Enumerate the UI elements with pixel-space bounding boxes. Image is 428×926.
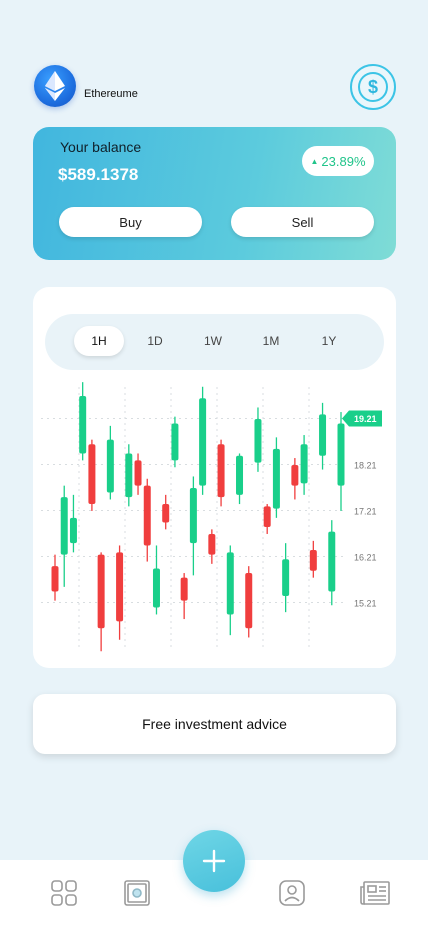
- candle-body: [125, 453, 133, 498]
- wallet-icon[interactable]: [123, 879, 151, 907]
- ethereum-icon[interactable]: [34, 65, 76, 107]
- candle-body: [208, 533, 216, 555]
- candle-body: [236, 455, 244, 495]
- dollar-button[interactable]: $: [350, 64, 396, 110]
- candle-body: [300, 444, 308, 484]
- arrow-up-icon: ▲: [310, 156, 319, 166]
- candle-body: [97, 554, 105, 629]
- candle-body: [162, 504, 170, 523]
- advice-button[interactable]: Free investment advice: [33, 694, 396, 754]
- candle-body: [152, 568, 160, 608]
- candle-body: [263, 506, 271, 528]
- change-value: 23.89%: [321, 153, 366, 169]
- candle-body: [79, 395, 87, 454]
- candle-body: [51, 566, 59, 592]
- candle-body: [337, 423, 345, 486]
- y-tick-label: 17.21: [354, 507, 377, 517]
- candle-body: [291, 464, 299, 486]
- dollar-icon: $: [358, 72, 388, 102]
- add-button[interactable]: [183, 830, 245, 892]
- candle-body: [272, 448, 280, 509]
- candle-body: [180, 577, 188, 601]
- buy-button[interactable]: Buy: [59, 207, 202, 237]
- coin-name: Ethereume: [84, 88, 138, 100]
- change-badge: ▲ 23.89%: [302, 146, 374, 176]
- candle-body: [106, 439, 114, 493]
- candle-body: [226, 552, 234, 615]
- candle-body: [69, 517, 77, 544]
- candlestick-chart[interactable]: 15.21 16.21 17.21 18.21 19.21: [33, 287, 396, 668]
- candle-body: [134, 460, 142, 486]
- candle-body: [217, 444, 225, 498]
- profile-icon[interactable]: [278, 879, 306, 907]
- balance-value: $589.1378: [58, 165, 139, 184]
- candle-body: [143, 485, 151, 546]
- balance-card: Your balance $589.1378 ▲ 23.89% Buy Sell: [33, 127, 396, 260]
- news-icon[interactable]: [359, 879, 391, 907]
- plus-icon: [202, 849, 226, 873]
- grid-icon[interactable]: [50, 879, 78, 907]
- header: Ethereume $: [34, 64, 396, 110]
- candle-body: [116, 552, 124, 622]
- current-price-label: 19.21: [354, 414, 377, 424]
- sell-button[interactable]: Sell: [231, 207, 374, 237]
- candle-body: [309, 550, 317, 571]
- candle-body: [254, 418, 262, 463]
- y-tick-label: 16.21: [354, 553, 377, 563]
- candle-body: [199, 398, 207, 486]
- candle-body: [60, 497, 68, 555]
- chart-card: 1H 1D 1W 1M 1Y 15.21 16.21 17.21 18.21 19.21: [33, 287, 396, 668]
- y-tick-label: 15.21: [354, 599, 377, 609]
- candle-body: [171, 423, 179, 461]
- candle-body: [189, 487, 197, 544]
- balance-label: Your balance: [60, 139, 142, 155]
- candle-body: [319, 414, 327, 456]
- candle-body: [282, 559, 290, 597]
- candle-body: [328, 531, 336, 592]
- y-tick-label: 18.21: [354, 461, 377, 471]
- candle-body: [88, 444, 96, 505]
- candle-body: [245, 573, 253, 629]
